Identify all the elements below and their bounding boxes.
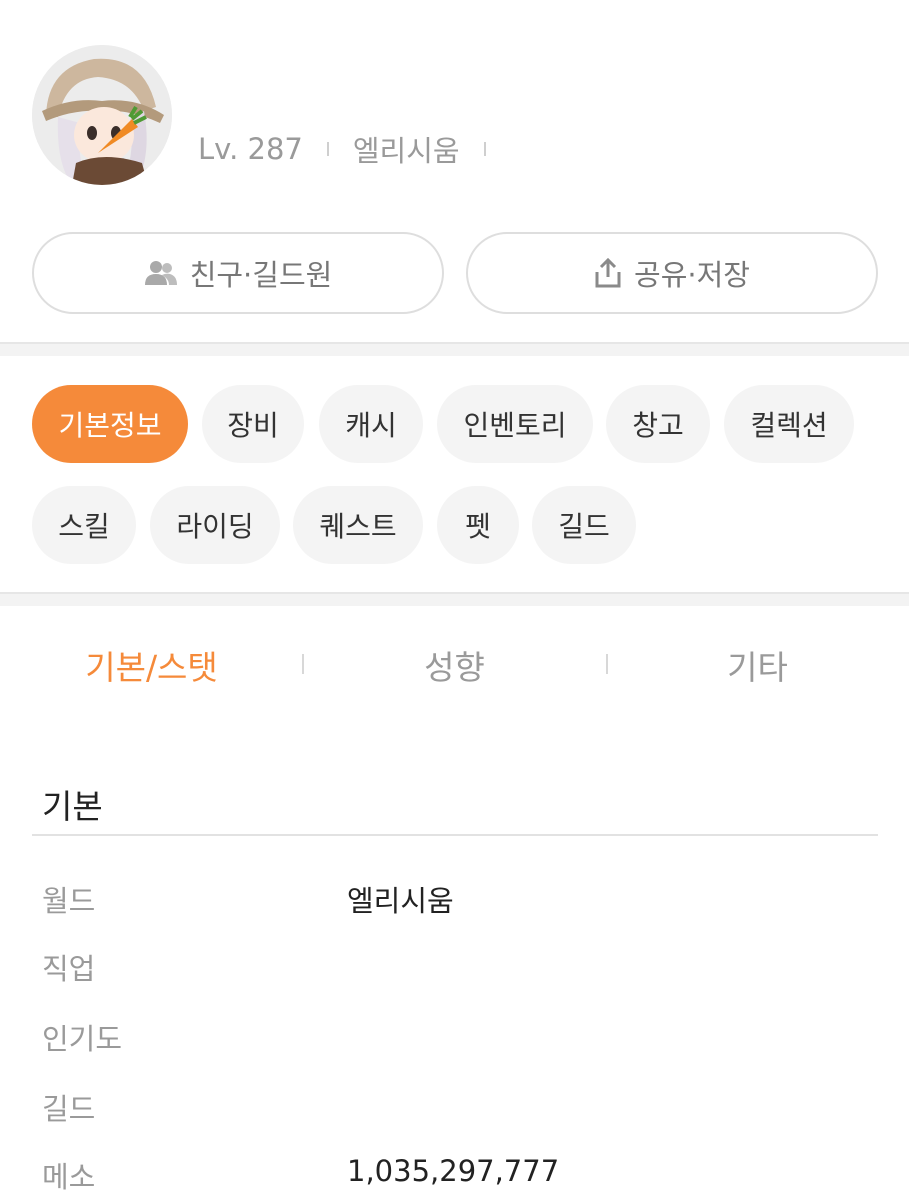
subtab-divider <box>606 654 608 674</box>
meta-divider <box>326 142 329 156</box>
subtab-disposition[interactable]: 성향 <box>303 630 606 700</box>
chip-label: 길드 <box>558 510 610 543</box>
chip-equipment[interactable]: 장비 <box>202 385 304 463</box>
share-save-button[interactable]: 공유·저장 <box>466 232 878 314</box>
subtab-etc[interactable]: 기타 <box>606 630 909 700</box>
chip-guild[interactable]: 길드 <box>532 486 636 564</box>
chip-label: 창고 <box>632 409 684 442</box>
chip-storage[interactable]: 창고 <box>606 385 710 463</box>
row-label: 인기도 <box>42 1022 123 1056</box>
section-title: 기본 <box>42 787 103 826</box>
chip-basic-info[interactable]: 기본정보 <box>32 385 188 463</box>
meta-divider <box>483 142 486 156</box>
row-label: 길드 <box>42 1092 96 1126</box>
info-row-world: 월드 엘리시움 <box>42 878 878 924</box>
chip-cash[interactable]: 캐시 <box>319 385 423 463</box>
share-icon <box>595 258 621 288</box>
subtab-bar: 기본/스탯 성향 기타 <box>0 630 909 700</box>
character-world: 엘리시움 <box>352 134 460 168</box>
info-row-job: 직업 <box>42 946 878 992</box>
chip-label: 캐시 <box>345 409 397 442</box>
info-row-guild: 길드 <box>42 1086 878 1132</box>
action-buttons: 친구·길드원 공유·저장 <box>32 232 878 314</box>
row-label: 직업 <box>42 952 96 986</box>
character-name <box>198 58 308 98</box>
character-avatar-image <box>32 45 172 185</box>
character-level: Lv. 287 <box>198 132 303 166</box>
chip-pet[interactable]: 펫 <box>437 486 519 564</box>
chip-label: 스킬 <box>58 510 110 543</box>
chip-label: 컬렉션 <box>750 409 828 442</box>
character-info-page: Lv. 287 엘리시움 친구·길드원 공유·저장 기본정보 장비 캐시 인벤토… <box>0 0 909 1200</box>
chip-label: 라이딩 <box>176 510 254 543</box>
friends-guild-button[interactable]: 친구·길드원 <box>32 232 444 314</box>
character-avatar <box>32 45 172 185</box>
section-divider <box>0 592 909 606</box>
info-row-popularity: 인기도 <box>42 1016 878 1062</box>
friends-guild-label: 친구·길드원 <box>189 258 333 292</box>
character-meta: Lv. 287 엘리시움 <box>198 128 510 170</box>
subtab-divider <box>302 654 304 674</box>
profile-header: Lv. 287 엘리시움 <box>0 0 909 210</box>
people-icon <box>144 261 177 285</box>
chip-label: 펫 <box>465 510 491 543</box>
section-title-underline <box>32 834 878 836</box>
info-row-meso: 메소 1,035,297,777 <box>42 1154 878 1200</box>
subtab-label: 성향 <box>424 648 485 687</box>
chip-collection[interactable]: 컬렉션 <box>724 385 854 463</box>
chip-label: 장비 <box>227 409 279 442</box>
chip-inventory[interactable]: 인벤토리 <box>437 385 593 463</box>
chip-label: 기본정보 <box>58 409 162 442</box>
section-divider <box>0 342 909 356</box>
row-value: 1,035,297,777 <box>347 1154 560 1188</box>
chip-skill[interactable]: 스킬 <box>32 486 136 564</box>
row-value: 엘리시움 <box>347 884 454 918</box>
subtab-label: 기타 <box>727 648 788 687</box>
chip-quest[interactable]: 퀘스트 <box>293 486 423 564</box>
chip-label: 퀘스트 <box>319 510 397 543</box>
row-label: 월드 <box>42 884 96 918</box>
chip-label: 인벤토리 <box>463 409 567 442</box>
subtab-basic-stats[interactable]: 기본/스탯 <box>0 630 303 700</box>
row-label: 메소 <box>42 1160 96 1194</box>
share-save-label: 공유·저장 <box>634 258 750 292</box>
subtab-label: 기본/스탯 <box>85 648 218 687</box>
chip-riding[interactable]: 라이딩 <box>150 486 280 564</box>
